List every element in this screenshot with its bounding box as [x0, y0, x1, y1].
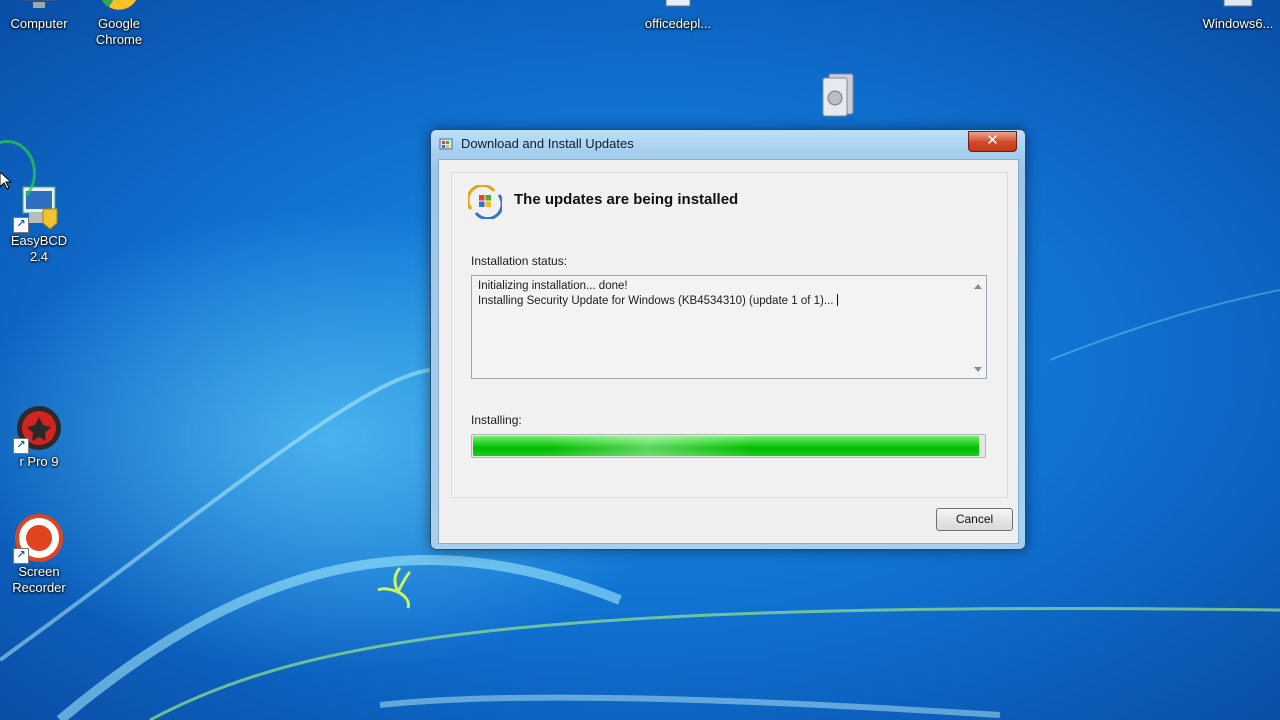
status-label: Installation status:: [471, 254, 568, 268]
desktop-icon-label: r Pro 9: [19, 454, 59, 469]
installer-disc-icon: [813, 70, 861, 118]
desktop-icon-officedeploy[interactable]: officedepl...: [639, 0, 717, 32]
setup-file-icon: [654, 0, 702, 14]
installation-status-log[interactable]: Initializing installation... done! Insta…: [471, 275, 987, 379]
desktop-icon-label: officedepl...: [644, 16, 712, 31]
update-package-icon: [1214, 0, 1262, 14]
mouse-cursor-icon: [0, 172, 12, 190]
status-line-row: Installing Security Update for Windows (…: [478, 294, 839, 307]
dialog-heading: The updates are being installed: [514, 191, 739, 208]
title-bar[interactable]: Download and Install Updates ✕: [431, 130, 1025, 158]
record-icon: ↗: [13, 514, 63, 564]
desktop-icon-label: Windows6...: [1202, 16, 1274, 31]
update-install-dialog: Download and Install Updates ✕ The updat…: [430, 129, 1026, 550]
shortcut-arrow-icon: ↗: [13, 217, 29, 233]
status-line: Installing Security Update for Windows (…: [478, 295, 834, 307]
desktop-icon-label: Google Chrome: [95, 16, 143, 47]
windows-update-icon: [439, 138, 453, 150]
progress-label: Installing:: [471, 413, 522, 427]
scroll-down-arrow-icon[interactable]: [974, 367, 982, 372]
desktop-icon-label: Screen Recorder: [12, 564, 66, 595]
scroll-up-arrow-icon[interactable]: [974, 284, 982, 289]
desktop-icon-screen-recorder[interactable]: ↗ Screen Recorder: [0, 514, 78, 596]
window-title: Download and Install Updates: [461, 136, 634, 151]
desktop-icon-windows6[interactable]: Windows6...: [1196, 0, 1280, 32]
close-icon: ✕: [986, 132, 999, 149]
text-caret: [837, 294, 839, 306]
desktop-icon-computer[interactable]: Computer: [0, 0, 78, 32]
progress-fill: [473, 436, 979, 456]
computer-icon: [15, 0, 63, 14]
chrome-icon: [95, 0, 143, 14]
status-line: Initializing installation... done!: [478, 280, 628, 292]
desktop-icon-label: EasyBCD 2.4: [10, 233, 68, 264]
desktop-icon-unlabeled[interactable]: [798, 70, 876, 120]
content-panel: The updates are being installed Installa…: [451, 172, 1008, 498]
desktop-icon-chrome[interactable]: Google Chrome: [80, 0, 158, 48]
progress-glow: [548, 436, 752, 456]
desktop-icon-rpro[interactable]: ↗ r Pro 9: [0, 404, 78, 470]
shortcut-arrow-icon: ↗: [13, 438, 29, 454]
install-progress-bar: [471, 434, 986, 458]
close-button[interactable]: ✕: [968, 131, 1017, 152]
desktop-icon-label: Computer: [10, 16, 68, 31]
cancel-button[interactable]: Cancel: [936, 508, 1013, 531]
windows-update-icon: [468, 185, 502, 219]
game-booster-icon: ↗: [13, 404, 63, 454]
dialog-client-area: The updates are being installed Installa…: [438, 159, 1019, 544]
shortcut-arrow-icon: ↗: [13, 548, 29, 564]
